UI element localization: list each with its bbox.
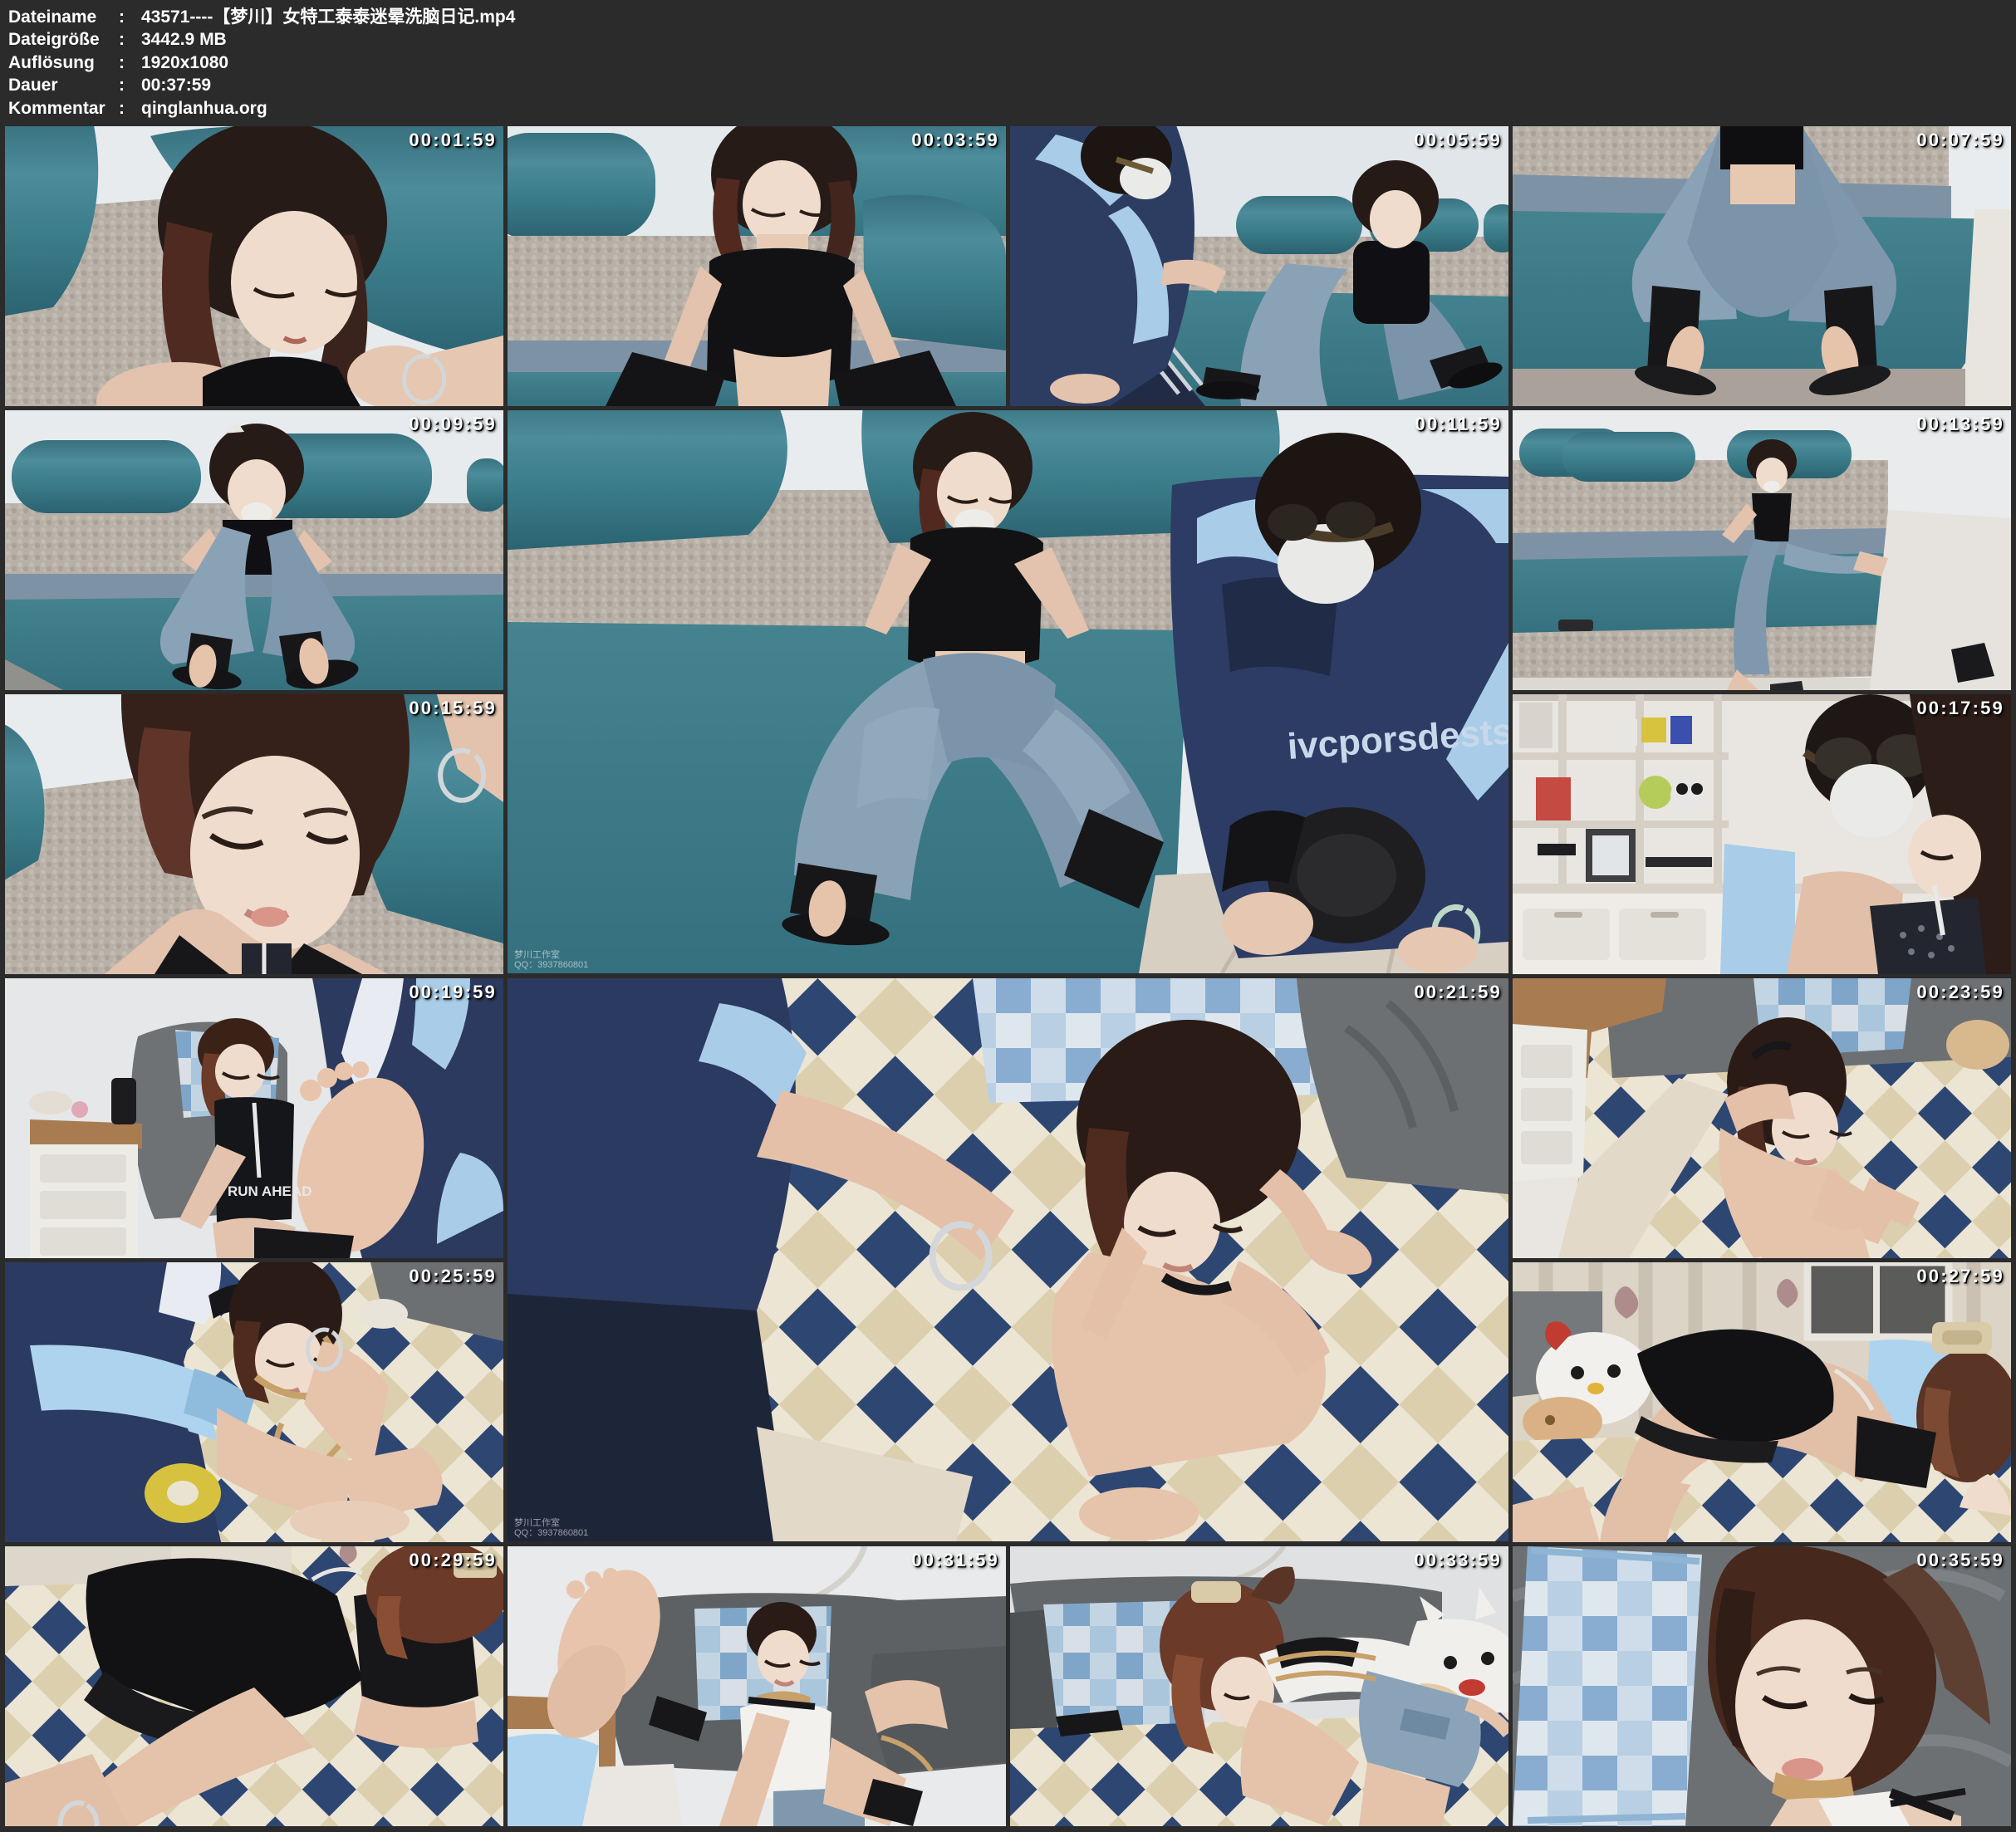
svg-text:RUN AHEAD: RUN AHEAD	[228, 1183, 311, 1199]
